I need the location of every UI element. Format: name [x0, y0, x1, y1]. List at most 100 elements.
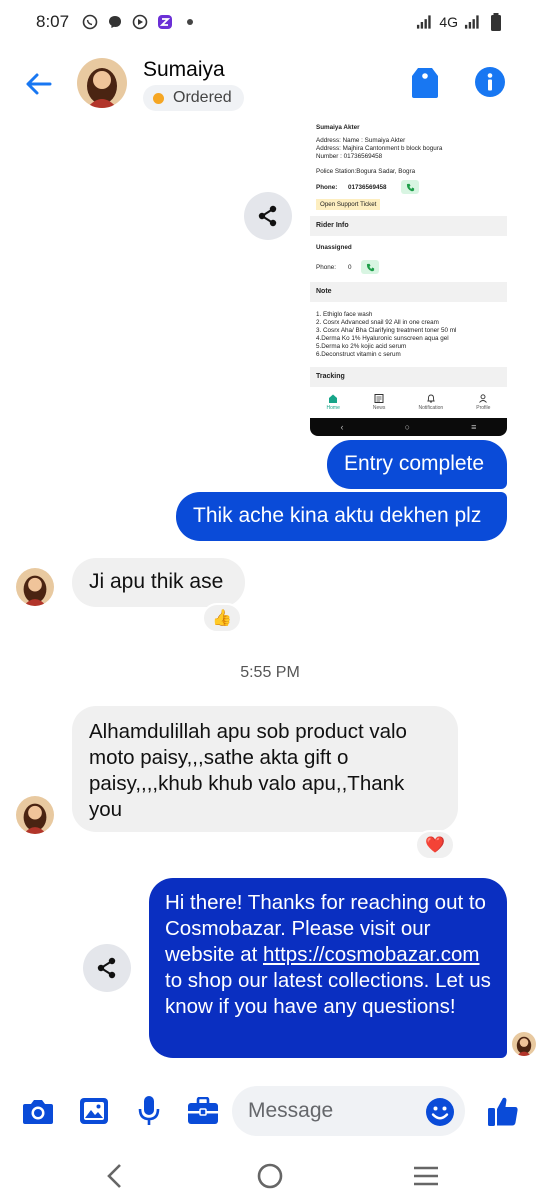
emoji-button[interactable] — [425, 1097, 455, 1127]
camera-button[interactable] — [21, 1094, 55, 1128]
message-incoming[interactable]: Ji apu thik ase — [72, 558, 245, 607]
shot-news-icon — [374, 393, 384, 403]
like-button[interactable] — [485, 1092, 521, 1130]
back-button[interactable] — [22, 68, 54, 100]
messenger-notification-icon — [106, 14, 123, 31]
android-back-button[interactable] — [95, 1160, 135, 1192]
tag-icon — [412, 68, 438, 98]
shot-home-circle-icon: ○ — [404, 422, 411, 432]
message-text: Alhamdulillah apu sob product valo moto … — [89, 720, 407, 821]
share-button[interactable] — [244, 192, 292, 240]
shot-tab-news: News — [373, 393, 385, 411]
thumbs-up-reaction-icon: 👍 — [212, 610, 232, 627]
message-outgoing[interactable]: Entry complete — [327, 440, 507, 489]
shot-note-3: 3. Cosrx Aha/ Bha Clarifying treatment t… — [316, 327, 457, 334]
shot-profile-icon — [479, 393, 488, 403]
sender-avatar[interactable] — [16, 796, 54, 834]
android-recents-button[interactable] — [406, 1160, 446, 1192]
android-home-button[interactable] — [250, 1160, 290, 1192]
signal-2-icon — [464, 14, 481, 31]
timestamp: 5:55 PM — [240, 664, 300, 681]
message-text: Entry complete — [344, 452, 485, 475]
seen-avatar — [512, 1032, 536, 1056]
shot-rider-call-icon — [361, 260, 379, 274]
shot-address-line: Address: Majhira Cantonment b block bogu… — [316, 145, 443, 152]
message-outgoing[interactable]: Hi there! Thanks for reaching out to Cos… — [149, 878, 507, 1058]
message-text: Thik ache kina aktu dekhen plz — [193, 504, 482, 527]
shot-number-line: Number : 01736569458 — [316, 153, 383, 160]
emoji-icon — [426, 1098, 454, 1126]
shot-rider-phone-value: 0 — [348, 264, 352, 271]
shared-order-screenshot[interactable]: Sumaiya Akter Address: Name : Sumaiya Ak… — [310, 122, 507, 436]
shot-note-2: 2. Cosrx Advanced snail 92 All in one cr… — [316, 319, 439, 326]
status-label: Ordered — [173, 89, 232, 106]
shot-note-1: 1. Ethiglo face wash — [316, 311, 373, 318]
voice-record-button[interactable] — [132, 1094, 166, 1128]
battery-icon — [487, 13, 504, 31]
info-button[interactable] — [474, 66, 506, 98]
android-recents-icon — [414, 1166, 438, 1186]
shot-rider-heading: Rider Info — [310, 216, 507, 236]
shot-address-name: Address: Name : Sumaiya Akter — [316, 137, 406, 144]
gallery-button[interactable] — [77, 1094, 111, 1128]
shot-note-6: 6.Deconstruct vitamin c serum — [316, 351, 401, 358]
label-tag-button[interactable] — [409, 66, 441, 100]
shot-back-icon: ‹ — [340, 422, 344, 432]
shot-rider-phone-label: Phone: — [316, 264, 336, 271]
shot-tab-profile: Profile — [476, 393, 490, 411]
shot-tracking-heading: Tracking — [310, 367, 507, 387]
camera-icon — [23, 1100, 53, 1124]
gallery-icon — [80, 1098, 108, 1124]
shot-android-nav: ‹ ○ ≡ — [310, 418, 507, 436]
whatsapp-notification-icon — [81, 14, 98, 31]
share-button[interactable] — [83, 944, 131, 992]
heart-reaction-icon: ❤️ — [425, 837, 445, 854]
info-icon — [475, 67, 505, 97]
status-bar: 8:07 4G — [0, 0, 540, 44]
business-tools-button[interactable] — [186, 1094, 220, 1128]
shot-tab-bar: Home News Notification Profile — [310, 387, 507, 417]
shot-home-icon — [329, 394, 338, 403]
briefcase-icon — [188, 1097, 218, 1124]
share-icon — [258, 205, 277, 227]
website-link[interactable]: https://cosmobazar.com — [263, 943, 479, 966]
shot-police-station: Police Station:Bogura Sadar, Bogra — [316, 168, 416, 175]
shot-note-4: 4.Derma Ko 1% Hyaluronic sunscreen aqua … — [316, 335, 449, 342]
app-notification-icon — [156, 14, 173, 31]
status-dot-icon — [153, 92, 164, 104]
android-home-icon — [257, 1163, 283, 1189]
order-status-badge[interactable]: Ordered — [143, 85, 244, 111]
shot-tab-home: Home — [327, 394, 340, 411]
shot-bell-icon — [427, 394, 435, 403]
more-notifications-dot-icon — [181, 14, 198, 31]
microphone-icon — [138, 1096, 160, 1125]
message-composer — [0, 1080, 540, 1142]
sender-avatar[interactable] — [16, 568, 54, 606]
shot-call-icon — [401, 180, 419, 194]
shot-phone-number: 01736569458 — [348, 184, 387, 191]
thumbs-up-reaction[interactable]: 👍 — [202, 603, 242, 633]
heart-reaction[interactable]: ❤️ — [415, 830, 455, 860]
status-time: 8:07 — [36, 12, 70, 31]
shot-recents-icon: ≡ — [471, 422, 477, 432]
shot-rider-status: Unassigned — [316, 244, 352, 251]
network-type-label: 4G — [439, 14, 458, 30]
contact-avatar[interactable] — [77, 58, 127, 108]
shot-tab-notification: Notification — [418, 394, 443, 411]
shot-phone-label: Phone: — [316, 184, 338, 191]
message-incoming[interactable]: Alhamdulillah apu sob product valo moto … — [72, 706, 458, 832]
navigation-notification-icon — [131, 14, 148, 31]
chat-header: Sumaiya Ordered — [0, 44, 540, 122]
back-arrow-icon — [26, 73, 52, 95]
contact-name[interactable]: Sumaiya — [143, 58, 225, 82]
shot-name-heading: Sumaiya Akter — [316, 124, 360, 131]
message-text: Ji apu thik ase — [89, 570, 224, 593]
signal-icon — [416, 14, 433, 31]
share-icon — [97, 957, 116, 979]
thumbs-up-icon — [488, 1097, 518, 1126]
shot-note-5: 5.Derma ko 2% kojic acid serum — [316, 343, 407, 350]
message-text: to shop our latest collections. Let us k… — [165, 969, 491, 1018]
android-navigation-bar — [0, 1148, 540, 1204]
message-outgoing[interactable]: Thik ache kina aktu dekhen plz — [176, 492, 507, 541]
shot-note-heading: Note — [310, 282, 507, 302]
